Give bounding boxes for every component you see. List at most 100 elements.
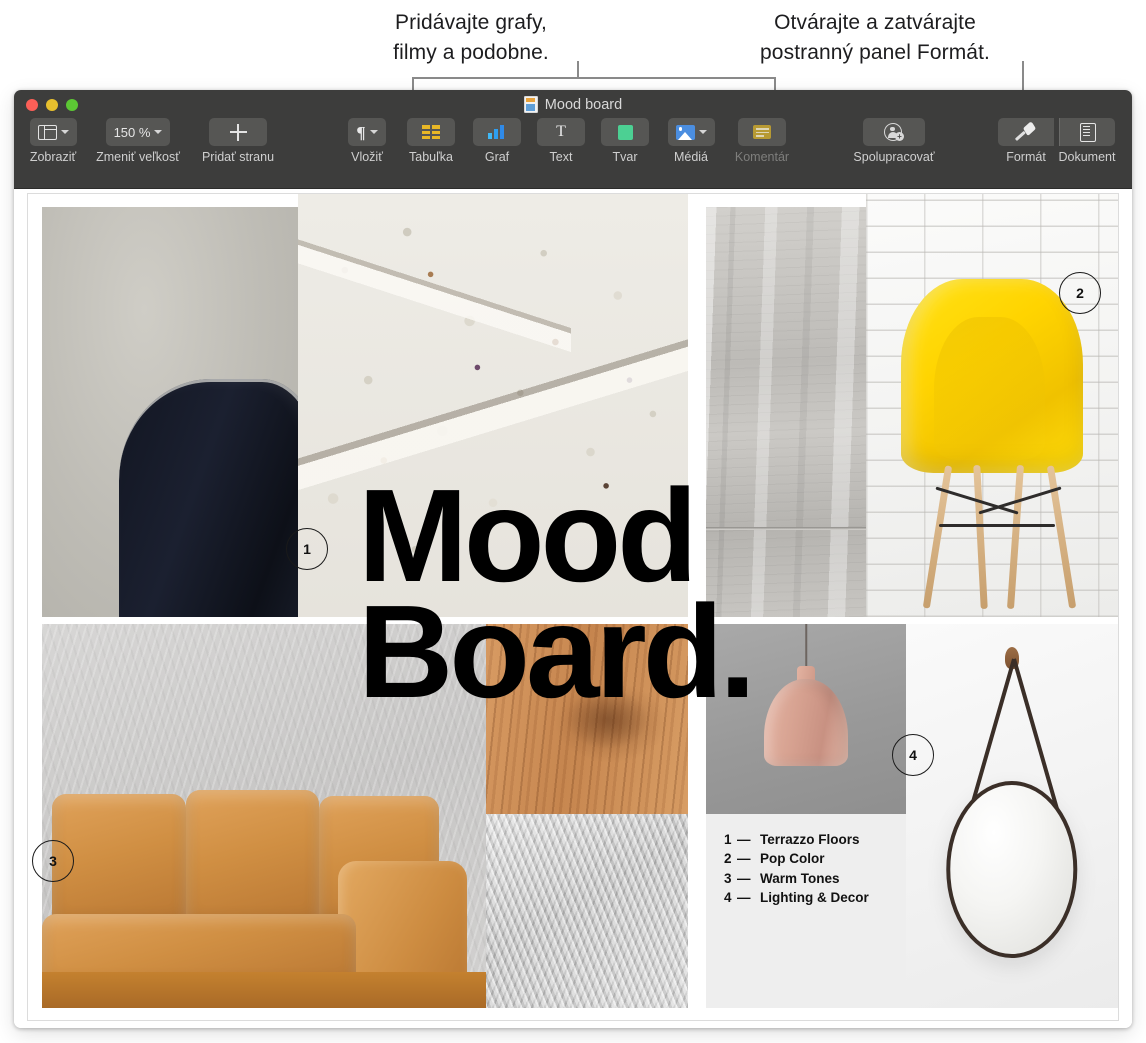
legend-dash: — bbox=[737, 851, 751, 867]
marker-1[interactable]: 1 bbox=[286, 528, 328, 570]
legend-item: 4 — Lighting & Decor bbox=[724, 888, 869, 908]
legend-label: Pop Color bbox=[760, 851, 825, 867]
toolbar-item-chart[interactable]: Graf bbox=[466, 118, 528, 164]
toolbar-item-format[interactable]: Formát bbox=[995, 118, 1057, 164]
marker-4[interactable]: 4 bbox=[892, 734, 934, 776]
shape-button[interactable] bbox=[601, 118, 649, 146]
toolbar-item-text[interactable]: T Text bbox=[532, 118, 590, 164]
image-yellow-chair[interactable] bbox=[866, 194, 1118, 617]
callout-left-bracket-tick-start bbox=[412, 77, 414, 90]
chart-button[interactable] bbox=[473, 118, 521, 146]
document-label: Dokument bbox=[1058, 150, 1116, 164]
image-concrete-wall[interactable] bbox=[706, 207, 866, 617]
legend-number: 1 bbox=[724, 831, 732, 847]
document-canvas[interactable]: 1 — Terrazzo Floors 2 — Pop Color 3 — Warm Ton… bbox=[14, 189, 1132, 1028]
toolbar-item-table[interactable]: Tabuľka bbox=[400, 118, 462, 164]
toolbar-item-comment[interactable]: Komentár bbox=[726, 118, 798, 164]
format-brush-icon bbox=[1014, 120, 1037, 141]
image-pendant-lamp[interactable] bbox=[706, 624, 906, 814]
text-t-icon: T bbox=[556, 123, 566, 140]
callout-left-bracket-horizontal bbox=[412, 77, 776, 79]
toolbar-item-document[interactable]: Dokument bbox=[1051, 118, 1123, 164]
marker-label: 3 bbox=[49, 853, 57, 869]
toolbar-item-insert[interactable]: ¶ Vložiť bbox=[332, 118, 402, 164]
callout-left-text: Pridávajte grafy, filmy a podobne. bbox=[393, 11, 549, 64]
chevron-down-icon bbox=[369, 130, 378, 134]
media-button[interactable] bbox=[667, 118, 715, 146]
table-label: Tabuľka bbox=[409, 150, 453, 164]
app-window: Mood board Zobraziť 150 % Zmeniť veľkosť… bbox=[14, 90, 1132, 1028]
callout-right-text: Otvárajte a zatvárajte postranný panel F… bbox=[760, 11, 990, 64]
legend-item: 1 — Terrazzo Floors bbox=[724, 830, 869, 850]
toolbar-item-add-page[interactable]: Pridať stranu bbox=[192, 118, 284, 164]
image-gray-wall-chair[interactable] bbox=[42, 207, 298, 617]
toolbar-item-media[interactable]: Médiá bbox=[660, 118, 722, 164]
comment-label: Komentár bbox=[734, 150, 790, 164]
zoom-level-value: 150 % bbox=[113, 124, 151, 140]
format-button[interactable] bbox=[998, 118, 1054, 146]
format-label: Formát bbox=[1006, 150, 1046, 164]
legend-label: Terrazzo Floors bbox=[760, 831, 860, 847]
marker-3[interactable]: 3 bbox=[32, 840, 74, 882]
add-person-icon: + bbox=[884, 123, 904, 141]
insert-button[interactable]: ¶ bbox=[348, 118, 386, 146]
callout-left-bracket-stem bbox=[577, 61, 579, 78]
screenshot-root: Pridávajte grafy, filmy a podobne. Otvár… bbox=[0, 0, 1146, 1043]
marker-label: 1 bbox=[303, 541, 311, 557]
legend-number: 2 bbox=[724, 851, 732, 867]
zoom-button-toolbar[interactable]: 150 % bbox=[105, 118, 171, 146]
document-page[interactable]: 1 — Terrazzo Floors 2 — Pop Color 3 — Warm Ton… bbox=[28, 194, 1118, 1020]
chevron-down-icon bbox=[154, 130, 163, 134]
image-plaster-leather-sofa[interactable] bbox=[42, 624, 486, 1008]
comment-icon bbox=[753, 125, 771, 139]
image-wood-grain[interactable] bbox=[486, 624, 688, 814]
marker-2[interactable]: 2 bbox=[1059, 272, 1101, 314]
legend-list: 1 — Terrazzo Floors 2 — Pop Color 3 — Warm Ton… bbox=[724, 830, 869, 908]
legend-panel[interactable]: 1 — Terrazzo Floors 2 — Pop Color 3 — Warm Ton… bbox=[706, 814, 906, 1008]
shape-square-icon bbox=[617, 124, 633, 140]
legend-item: 3 — Warm Tones bbox=[724, 869, 869, 889]
callout-left-bracket-tick-end bbox=[774, 77, 776, 90]
collaborate-label: Spolupracovať bbox=[853, 150, 935, 164]
add-page-label: Pridať stranu bbox=[201, 150, 275, 164]
window-title-bar: Mood board bbox=[14, 96, 1132, 113]
toolbar-item-shape[interactable]: Tvar bbox=[596, 118, 654, 164]
image-round-mirror[interactable] bbox=[906, 624, 1118, 1008]
add-page-button[interactable] bbox=[209, 118, 267, 146]
legend-label: Warm Tones bbox=[760, 870, 840, 886]
toolbar-item-view[interactable]: Zobraziť bbox=[22, 118, 84, 164]
window-title-text: Mood board bbox=[544, 96, 623, 113]
text-label: Text bbox=[549, 150, 573, 164]
legend-dash: — bbox=[737, 870, 751, 886]
document-icon bbox=[1079, 122, 1096, 142]
legend-dash: — bbox=[737, 890, 751, 906]
legend-label: Lighting & Decor bbox=[760, 890, 869, 906]
comment-button[interactable] bbox=[738, 118, 786, 146]
media-label: Médiá bbox=[673, 150, 709, 164]
bar-chart-icon bbox=[488, 125, 506, 139]
view-button[interactable] bbox=[29, 118, 77, 146]
marker-label: 2 bbox=[1076, 285, 1084, 301]
insert-label: Vložiť bbox=[351, 150, 383, 164]
legend-dash: — bbox=[737, 831, 751, 847]
view-label: Zobraziť bbox=[29, 150, 77, 164]
toolbar-item-collaborate[interactable]: + Spolupracovať bbox=[839, 118, 949, 164]
paragraph-icon: ¶ bbox=[356, 122, 366, 142]
image-fur-texture[interactable] bbox=[486, 814, 688, 1008]
chart-label: Graf bbox=[484, 150, 510, 164]
collaborate-button[interactable]: + bbox=[863, 118, 925, 146]
toolbar-item-zoom[interactable]: 150 % Zmeniť veľkosť bbox=[88, 118, 188, 164]
chevron-down-icon bbox=[60, 130, 69, 134]
text-button[interactable]: T bbox=[537, 118, 585, 146]
media-image-icon bbox=[675, 124, 695, 140]
image-terrazzo-slab[interactable] bbox=[298, 194, 688, 617]
legend-number: 3 bbox=[724, 870, 732, 886]
plus-icon bbox=[229, 123, 247, 141]
table-button[interactable] bbox=[407, 118, 455, 146]
marker-label: 4 bbox=[909, 747, 917, 763]
view-panel-icon bbox=[37, 124, 57, 140]
document-button[interactable] bbox=[1059, 118, 1115, 146]
document-file-icon bbox=[523, 96, 538, 113]
legend-item: 2 — Pop Color bbox=[724, 849, 869, 869]
shape-label: Tvar bbox=[612, 150, 638, 164]
